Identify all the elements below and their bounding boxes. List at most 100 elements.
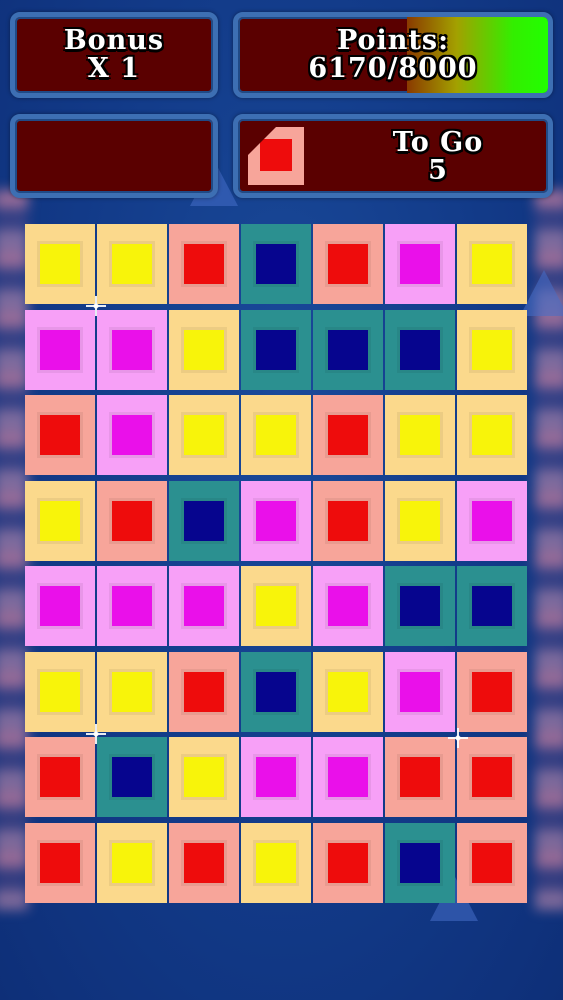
tile-red[interactable] <box>313 224 383 304</box>
gem-navy <box>472 586 512 626</box>
bonus-multiplier: X 1 <box>87 53 141 84</box>
tile-navy[interactable] <box>385 822 455 903</box>
gem-red <box>40 757 80 797</box>
tile-yellow[interactable] <box>385 480 455 561</box>
sparkle-effect <box>448 728 468 748</box>
tile-navy[interactable] <box>385 309 455 390</box>
gem-red <box>328 415 368 455</box>
points-label: Points: <box>336 25 450 56</box>
gem-yellow <box>472 415 512 455</box>
tile-magenta[interactable] <box>385 224 455 304</box>
gem-yellow <box>256 586 296 626</box>
tile-yellow[interactable] <box>97 822 167 903</box>
tile-red[interactable] <box>313 395 383 475</box>
gem-red <box>328 842 368 883</box>
gem-red <box>472 671 512 712</box>
tile-yellow[interactable] <box>25 651 95 732</box>
tile-red[interactable] <box>97 480 167 561</box>
tile-red[interactable] <box>457 737 527 817</box>
tile-red[interactable] <box>25 395 95 475</box>
tile-navy[interactable] <box>385 566 455 646</box>
gem-yellow <box>40 244 80 284</box>
gem-navy <box>400 842 440 883</box>
empty-status-panel <box>10 114 218 198</box>
tile-red[interactable] <box>169 651 239 732</box>
tile-yellow[interactable] <box>97 651 167 732</box>
togo-label: To Go <box>392 127 484 158</box>
tile-magenta[interactable] <box>97 566 167 646</box>
tile-yellow[interactable] <box>313 651 383 732</box>
tile-navy[interactable] <box>169 480 239 561</box>
tile-yellow[interactable] <box>97 224 167 304</box>
tile-magenta[interactable] <box>457 480 527 561</box>
gem-yellow <box>472 244 512 284</box>
tile-yellow[interactable] <box>169 737 239 817</box>
tile-magenta[interactable] <box>25 309 95 390</box>
tile-yellow[interactable] <box>241 822 311 903</box>
tile-yellow[interactable] <box>25 224 95 304</box>
gem-navy <box>256 671 296 712</box>
gem-red <box>40 415 80 455</box>
tile-red[interactable] <box>313 480 383 561</box>
gem-navy <box>256 244 296 284</box>
tile-yellow[interactable] <box>169 309 239 390</box>
gem-yellow <box>184 329 224 370</box>
tile-yellow[interactable] <box>169 395 239 475</box>
points-panel: Points: 6170/8000 <box>233 12 553 98</box>
tile-magenta[interactable] <box>241 480 311 561</box>
tile-yellow[interactable] <box>457 309 527 390</box>
tile-yellow[interactable] <box>241 395 311 475</box>
tile-yellow[interactable] <box>457 395 527 475</box>
sparkle-effect <box>86 724 106 744</box>
tile-magenta[interactable] <box>25 566 95 646</box>
tile-navy[interactable] <box>241 224 311 304</box>
tile-magenta[interactable] <box>97 395 167 475</box>
gem-magenta <box>112 415 152 455</box>
tile-red[interactable] <box>457 651 527 732</box>
gem-red <box>472 842 512 883</box>
tile-magenta[interactable] <box>385 651 455 732</box>
tile-red[interactable] <box>25 822 95 903</box>
tile-navy[interactable] <box>241 309 311 390</box>
gem-yellow <box>400 415 440 455</box>
tile-red[interactable] <box>385 737 455 817</box>
tile-red[interactable] <box>313 822 383 903</box>
tile-magenta[interactable] <box>97 309 167 390</box>
tile-magenta[interactable] <box>313 737 383 817</box>
gem-magenta <box>112 586 152 626</box>
tile-magenta[interactable] <box>313 566 383 646</box>
bonus-label: Bonus <box>63 25 165 56</box>
gem-magenta <box>112 329 152 370</box>
tile-red[interactable] <box>25 737 95 817</box>
tile-magenta[interactable] <box>241 737 311 817</box>
gem-yellow <box>256 415 296 455</box>
tile-navy[interactable] <box>241 651 311 732</box>
tile-yellow[interactable] <box>385 395 455 475</box>
gem-yellow <box>328 671 368 712</box>
tile-navy[interactable] <box>97 737 167 817</box>
left-glow-decoration <box>0 190 28 910</box>
tile-red[interactable] <box>457 822 527 903</box>
gem-magenta <box>40 329 80 370</box>
tile-navy[interactable] <box>457 566 527 646</box>
gem-red <box>328 500 368 541</box>
tile-yellow[interactable] <box>457 224 527 304</box>
tile-navy[interactable] <box>313 309 383 390</box>
tile-red[interactable] <box>169 224 239 304</box>
gem-magenta <box>328 586 368 626</box>
tile-yellow[interactable] <box>241 566 311 646</box>
gem-yellow <box>112 671 152 712</box>
gem-magenta <box>256 500 296 541</box>
tile-yellow[interactable] <box>25 480 95 561</box>
tile-magenta[interactable] <box>169 566 239 646</box>
points-value: 6170/8000 <box>308 53 478 84</box>
gem-red <box>112 500 152 541</box>
gem-yellow <box>40 500 80 541</box>
gem-navy <box>400 586 440 626</box>
gem-red <box>184 842 224 883</box>
gem-magenta <box>40 586 80 626</box>
togo-panel: To Go 5 <box>233 114 553 198</box>
gem-navy <box>112 757 152 797</box>
tile-red[interactable] <box>169 822 239 903</box>
gem-yellow <box>256 842 296 883</box>
